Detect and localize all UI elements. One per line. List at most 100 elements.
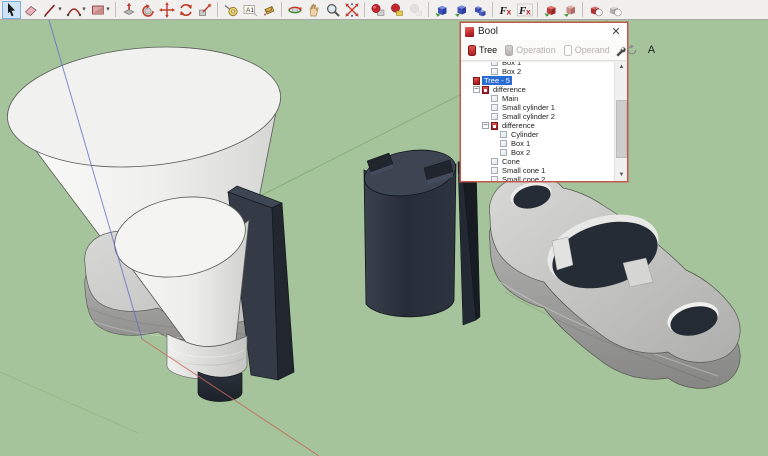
tool-bool-red-1-button[interactable] [541, 1, 560, 19]
tree-node-tree-5[interactable]: Tree - 5 [461, 76, 614, 85]
dropdown-caret-icon[interactable]: ▾ [106, 6, 110, 13]
toolbar-separator [492, 2, 493, 17]
source-assembly-object[interactable] [2, 20, 319, 456]
tree-node-box-1[interactable]: Box 1 [461, 139, 614, 148]
toolbar-separator [364, 2, 365, 17]
tool-component-options-button[interactable] [387, 1, 406, 19]
paint-bucket-icon [261, 2, 277, 18]
toolbar-separator [281, 2, 282, 17]
bool-dialog: Bool ✕ Tree Operation Operand [460, 22, 628, 182]
tree-button[interactable]: Tree [464, 43, 501, 58]
tool-tape-measure-button[interactable] [221, 1, 240, 19]
toolbar-separator [582, 2, 583, 17]
close-icon[interactable]: ✕ [609, 25, 623, 39]
solid-node-icon [491, 176, 498, 181]
tree-node-difference[interactable]: − difference [461, 121, 614, 130]
sphere-gray-icon [607, 2, 623, 18]
tool-fx-1-button[interactable]: Fx [496, 1, 515, 19]
make-component-icon [370, 2, 386, 18]
tool-bool-1-button[interactable] [432, 1, 451, 19]
tool-bool-3-button[interactable] [470, 1, 489, 19]
tree-node-difference[interactable]: − difference [461, 85, 614, 94]
tool-rectangle-button[interactable]: ▾ [88, 1, 112, 19]
tool-fx-2-button[interactable]: Fx [515, 1, 534, 19]
tool-bool-2-button[interactable] [451, 1, 470, 19]
tool-pan-button[interactable] [304, 1, 323, 19]
settings-wrench-button[interactable] [614, 42, 626, 58]
tape-measure-icon [223, 2, 239, 18]
bool-dialog-toolbar: Tree Operation Operand [461, 40, 627, 61]
bool-tree-panel[interactable]: Box 1Box 2Tree - 5−differenceMainSmall c… [461, 61, 627, 181]
dialog-title: Bool [478, 26, 609, 37]
tree-node-label: difference [500, 121, 537, 130]
tool-component-disabled-button[interactable] [406, 1, 425, 19]
tree-node-label: Cone [500, 157, 522, 166]
difference-inner-box [484, 89, 487, 92]
tree-icon [468, 45, 476, 56]
tool-orbit-button[interactable] [285, 1, 304, 19]
operand-button[interactable]: Operand [560, 43, 614, 58]
tool-bool-red-2-button[interactable] [560, 1, 579, 19]
tree-node-main[interactable]: Main [461, 94, 614, 103]
tree-node-cone[interactable]: Cone [461, 157, 614, 166]
tree-collapse-icon[interactable]: − [482, 122, 489, 129]
tool-line-button[interactable]: ▾ [40, 1, 64, 19]
tool-sphere-red-button[interactable] [586, 1, 605, 19]
fx-2-icon: Fx [517, 2, 533, 18]
tree-collapse-icon[interactable]: − [473, 86, 480, 93]
solid-node-icon [491, 113, 498, 120]
tool-arc-button[interactable]: ▾ [64, 1, 88, 19]
bool-1-icon [434, 2, 450, 18]
tool-follow-me-button[interactable] [138, 1, 157, 19]
tree-node-box-2[interactable]: Box 2 [461, 67, 614, 76]
scroll-down-icon[interactable]: ▼ [615, 170, 627, 181]
scroll-up-icon[interactable]: ▲ [615, 62, 627, 73]
viewport-canvas[interactable] [0, 20, 768, 456]
tree-node-label: difference [491, 85, 528, 94]
operation-button[interactable]: Operation [501, 43, 560, 58]
tree-node-small-cylinder-1[interactable]: Small cylinder 1 [461, 103, 614, 112]
push-pull-icon [121, 2, 137, 18]
result-flange-object[interactable] [489, 175, 740, 388]
tree-node-cylinder[interactable]: Cylinder [461, 130, 614, 139]
scrollbar-thumb[interactable] [616, 100, 627, 158]
fx-1-icon: Fx [498, 2, 514, 18]
solid-node-icon [491, 61, 498, 66]
tool-zoom-extents-button[interactable] [342, 1, 361, 19]
tool-push-pull-button[interactable] [119, 1, 138, 19]
tree-node-label: Small cone 1 [500, 166, 547, 175]
bool-2-icon [453, 2, 469, 18]
tool-scale-button[interactable] [195, 1, 214, 19]
solid-node-icon [500, 131, 507, 138]
tool-paint-bucket-button[interactable] [259, 1, 278, 19]
eraser-icon [23, 2, 39, 18]
tree-node-label: Small cylinder 1 [500, 103, 557, 112]
tree-scrollbar[interactable]: ▲ ▼ [614, 62, 627, 181]
tree-node-box-2[interactable]: Box 2 [461, 148, 614, 157]
svg-text:A1: A1 [246, 7, 254, 14]
tool-move-button[interactable] [157, 1, 176, 19]
tool-text-button[interactable]: A1 [240, 1, 259, 19]
tree-node-label: Small cylinder 2 [500, 112, 557, 121]
dropdown-caret-icon[interactable]: ▾ [58, 6, 62, 13]
bool-3-icon [472, 2, 488, 18]
dropdown-caret-icon[interactable]: ▾ [82, 6, 86, 13]
tree-node-small-cone-1[interactable]: Small cone 1 [461, 166, 614, 175]
tool-make-component-button[interactable] [368, 1, 387, 19]
tree-node-small-cone-2[interactable]: Small cone 2 [461, 175, 614, 181]
tool-zoom-button[interactable] [323, 1, 342, 19]
refresh-icon [626, 44, 638, 56]
zoom-extents-icon [344, 2, 360, 18]
toolbar-separator [115, 2, 116, 17]
tree-node-small-cylinder-2[interactable]: Small cylinder 2 [461, 112, 614, 121]
refresh-button[interactable] [626, 42, 638, 58]
tool-eraser-button[interactable] [21, 1, 40, 19]
scale-icon [197, 2, 213, 18]
bool-app-icon [465, 27, 474, 37]
bool-dialog-titlebar[interactable]: Bool ✕ [461, 23, 627, 40]
tool-sphere-gray-button[interactable] [605, 1, 624, 19]
tool-rotate-button[interactable] [176, 1, 195, 19]
sketchup-window: ▾ ▾ ▾ A1 FxFx [0, 0, 768, 456]
font-button[interactable]: A [644, 44, 659, 56]
tool-select-button[interactable] [2, 1, 21, 19]
